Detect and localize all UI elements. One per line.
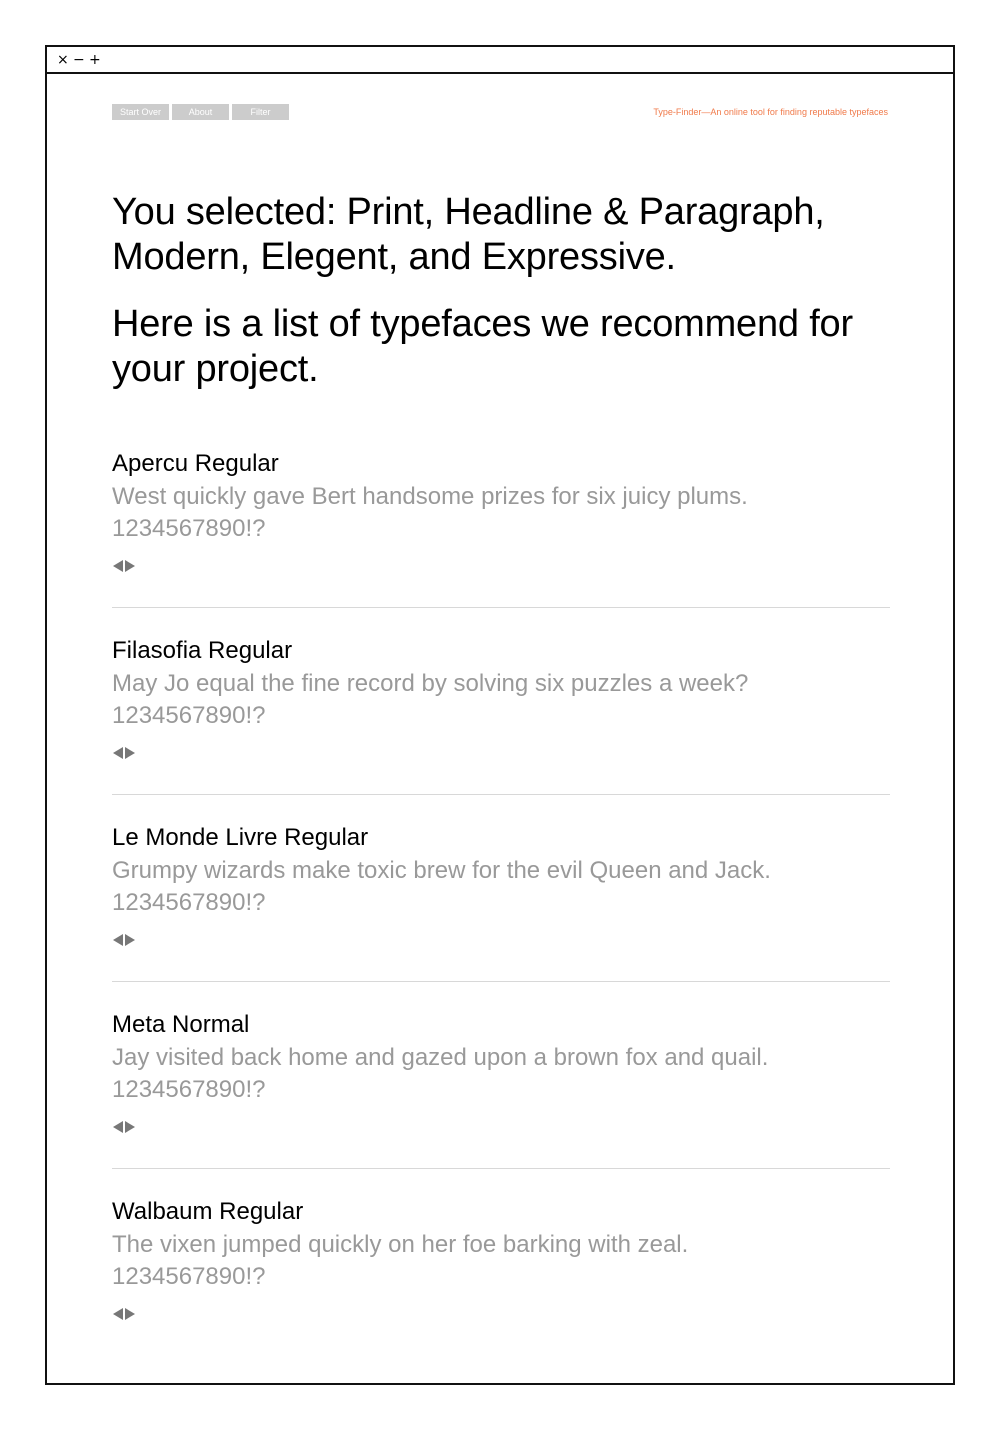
start-over-button[interactable]: Start Over <box>112 104 169 120</box>
typeface-nav-arrows <box>113 560 135 572</box>
about-button[interactable]: About <box>172 104 229 120</box>
minimize-window-icon[interactable]: − <box>73 53 85 67</box>
typeface-nav-arrows <box>113 934 135 946</box>
typeface-sample-numerals: 1234567890!? <box>112 1263 266 1290</box>
typeface-nav-arrows <box>113 747 135 759</box>
typeface-list: Apercu Regular West quickly gave Bert ha… <box>112 449 890 1355</box>
typeface-name: Apercu Regular <box>112 450 279 477</box>
typeface-item: Filasofia Regular May Jo equal the fine … <box>112 636 890 795</box>
typeface-item: Apercu Regular West quickly gave Bert ha… <box>112 449 890 608</box>
typeface-nav-arrows <box>113 1308 135 1320</box>
typeface-sample-text: The vixen jumped quickly on her foe bark… <box>112 1231 689 1258</box>
typeface-sample-numerals: 1234567890!? <box>112 702 266 729</box>
maximize-window-icon[interactable]: + <box>89 53 101 67</box>
page-content: Start Over About Filter Type-Finder—An o… <box>112 74 890 1383</box>
window-titlebar: × − + <box>47 47 953 74</box>
browser-window: × − + Start Over About Filter Type-Finde… <box>45 45 955 1385</box>
typeface-item: Le Monde Livre Regular Grumpy wizards ma… <box>112 823 890 982</box>
triangle-left-icon[interactable] <box>113 1308 123 1320</box>
typeface-sample-numerals: 1234567890!? <box>112 889 266 916</box>
typeface-sample-numerals: 1234567890!? <box>112 1076 266 1103</box>
typeface-name: Le Monde Livre Regular <box>112 824 369 851</box>
triangle-right-icon[interactable] <box>125 934 135 946</box>
triangle-left-icon[interactable] <box>113 934 123 946</box>
typeface-sample-text: Grumpy wizards make toxic brew for the e… <box>112 857 771 884</box>
typeface-sample-text: West quickly gave Bert handsome prizes f… <box>112 483 748 510</box>
triangle-left-icon[interactable] <box>113 1121 123 1133</box>
typeface-item: Meta Normal Jay visited back home and ga… <box>112 1010 890 1169</box>
filter-button[interactable]: Filter <box>232 104 289 120</box>
triangle-right-icon[interactable] <box>125 560 135 572</box>
typeface-sample-numerals: 1234567890!? <box>112 515 266 542</box>
typeface-name: Filasofia Regular <box>112 637 293 664</box>
site-tagline: Type-Finder—An online tool for finding r… <box>653 107 888 117</box>
typeface-sample-text: Jay visited back home and gazed upon a b… <box>112 1044 769 1071</box>
selection-summary: You selected: Print, Headline & Paragrap… <box>112 191 825 278</box>
top-navigation: Start Over About Filter Type-Finder—An o… <box>112 104 890 122</box>
typeface-nav-arrows <box>113 1121 135 1133</box>
typeface-sample-text: May Jo equal the fine record by solving … <box>112 670 749 697</box>
triangle-right-icon[interactable] <box>125 747 135 759</box>
triangle-left-icon[interactable] <box>113 560 123 572</box>
typeface-name: Meta Normal <box>112 1011 250 1038</box>
typeface-name: Walbaum Regular <box>112 1198 304 1225</box>
triangle-right-icon[interactable] <box>125 1308 135 1320</box>
typeface-item: Walbaum Regular The vixen jumped quickly… <box>112 1197 890 1355</box>
recommendation-heading: Here is a list of typefaces we recommend… <box>112 303 853 390</box>
triangle-left-icon[interactable] <box>113 747 123 759</box>
close-window-icon[interactable]: × <box>57 53 69 67</box>
triangle-right-icon[interactable] <box>125 1121 135 1133</box>
